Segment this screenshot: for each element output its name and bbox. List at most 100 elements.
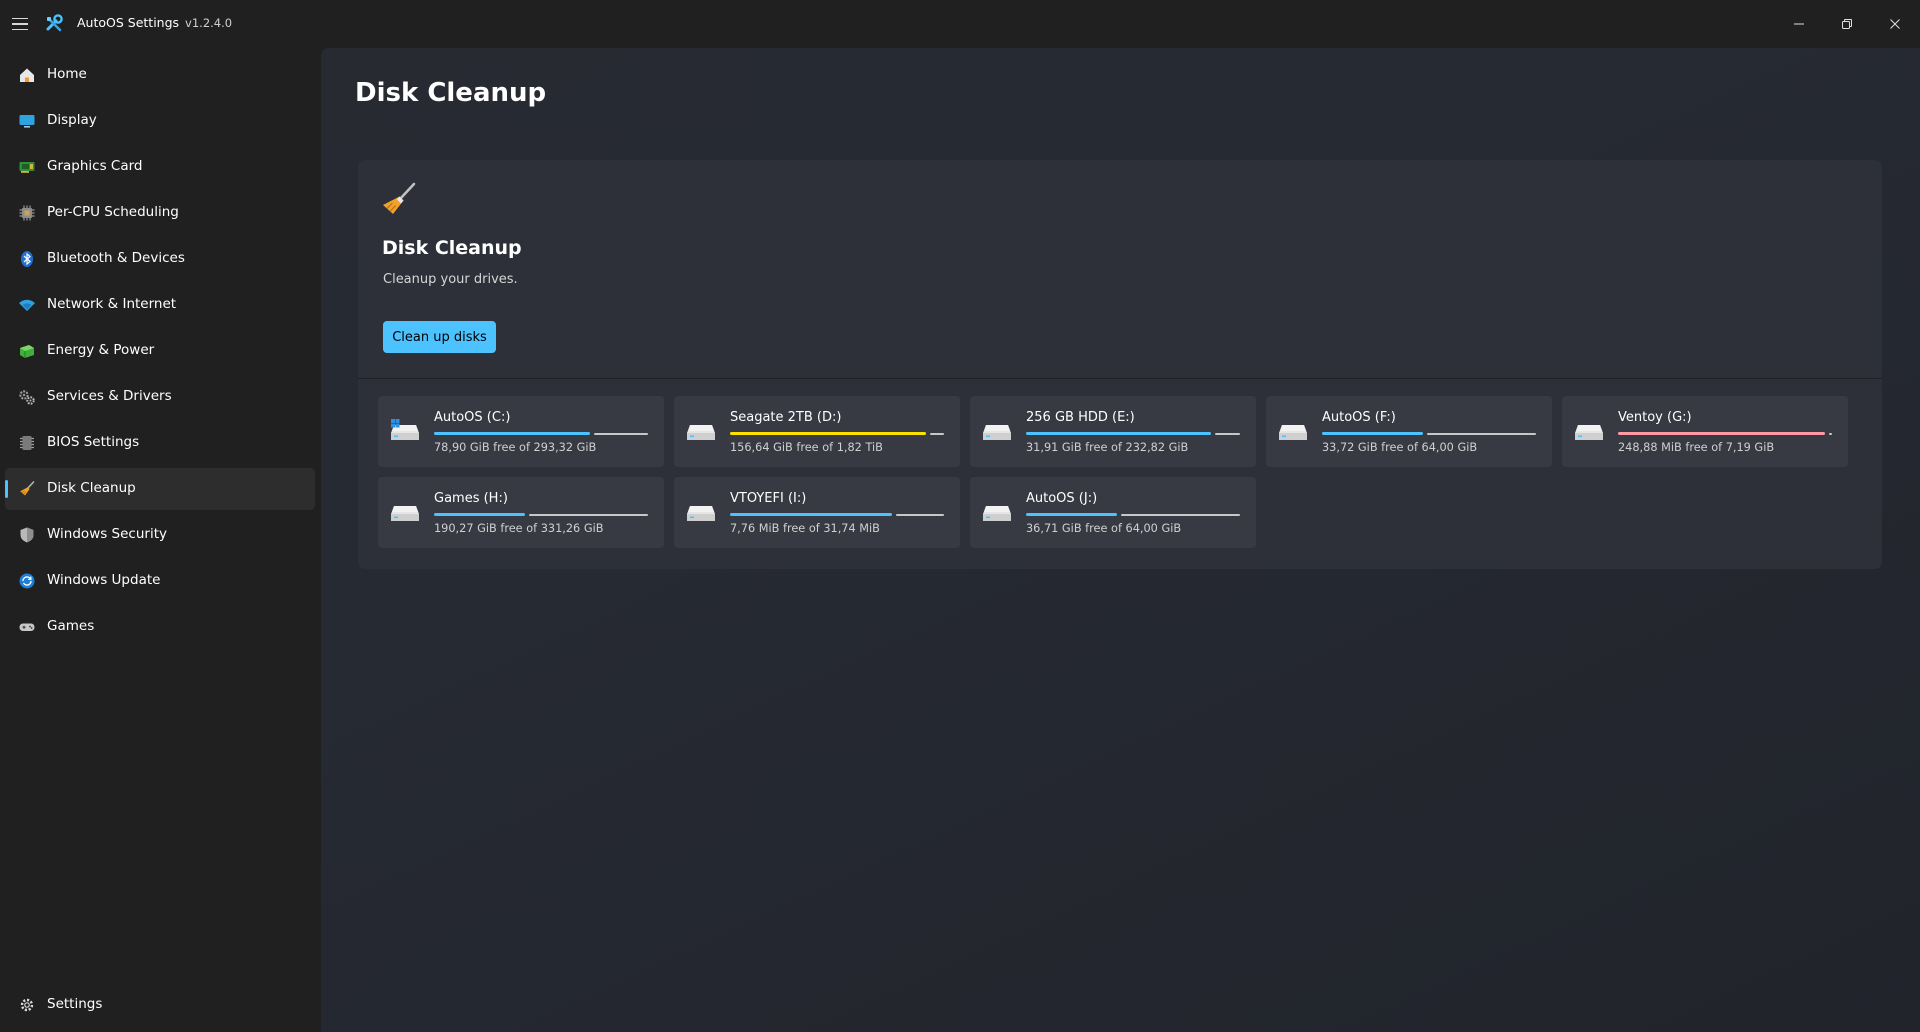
drive-usage-bar (434, 513, 648, 516)
drive-icon (687, 506, 715, 521)
drive-tile[interactable]: VTOYEFI (I:) 7,76 MiB free of 31,74 MiB (674, 477, 960, 548)
card-title: Disk Cleanup (382, 237, 522, 259)
sidebar-item-label: Graphics Card (47, 158, 143, 174)
sidebar-item-home[interactable]: Home (5, 54, 315, 96)
chip-icon (20, 436, 34, 450)
drive-name: VTOYEFI (I:) (730, 491, 807, 506)
drive-tile[interactable]: AutoOS (C:) 78,90 GiB free of 293,32 GiB (378, 396, 664, 467)
gear-icon (20, 998, 34, 1012)
drive-tile[interactable]: AutoOS (J:) 36,71 GiB free of 64,00 GiB (970, 477, 1256, 548)
card-divider (358, 378, 1882, 379)
sidebar: Home Display Graphics Card Per-CPU Sched… (0, 48, 320, 1032)
drive-name: Ventoy (G:) (1618, 410, 1692, 425)
sidebar-item-bluetooth-devices[interactable]: Bluetooth & Devices (5, 238, 315, 280)
drive-free-space: 31,91 GiB free of 232,82 GiB (1026, 441, 1189, 454)
sidebar-item-graphics-card[interactable]: Graphics Card (5, 146, 315, 188)
drive-name: 256 GB HDD (E:) (1026, 410, 1135, 425)
sidebar-item-windows-update[interactable]: Windows Update (5, 560, 315, 602)
restore-icon (1842, 19, 1852, 29)
drive-icon (391, 506, 419, 521)
drive-usage-bar-free (1215, 433, 1240, 435)
drive-tile[interactable]: Games (H:) 190,27 GiB free of 331,26 GiB (378, 477, 664, 548)
drive-usage-bar-used (1322, 432, 1423, 435)
drive-icon (1575, 425, 1603, 440)
drive-usage-bar-used (1026, 513, 1117, 516)
home-icon (20, 68, 34, 82)
broom-icon (383, 182, 416, 214)
system-drive-icon (391, 419, 419, 440)
drive-free-space: 78,90 GiB free of 293,32 GiB (434, 441, 597, 454)
drive-name: Games (H:) (434, 491, 508, 506)
sidebar-item-services-drivers[interactable]: Services & Drivers (5, 376, 315, 418)
sidebar-item-label: Settings (47, 996, 103, 1012)
drive-tile[interactable]: Seagate 2TB (D:) 156,64 GiB free of 1,82 … (674, 396, 960, 467)
sidebar-item-windows-security[interactable]: Windows Security (5, 514, 315, 556)
sidebar-item-label: Disk Cleanup (47, 480, 136, 496)
drive-usage-bar (1618, 432, 1832, 435)
sidebar-item-per-cpu-scheduling[interactable]: Per-CPU Scheduling (5, 192, 315, 234)
drive-name: AutoOS (C:) (434, 410, 511, 425)
drive-tile[interactable]: Ventoy (G:) 248,88 MiB free of 7,19 GiB (1562, 396, 1848, 467)
update-icon (19, 573, 35, 589)
drive-name: Seagate 2TB (D:) (730, 410, 842, 425)
drive-icon (687, 425, 715, 440)
sidebar-item-label: Bluetooth & Devices (47, 250, 185, 266)
app-title: AutoOS Settings v1.2.4.0 (77, 15, 232, 30)
broom-icon (20, 481, 35, 496)
sidebar-item-display[interactable]: Display (5, 100, 315, 142)
minimize-button[interactable] (1776, 0, 1822, 48)
sidebar-item-label: Games (47, 618, 95, 634)
drive-usage-bar-used (434, 513, 525, 516)
card-description: Cleanup your drives. (383, 272, 518, 287)
sidebar-item-label: Display (47, 112, 97, 128)
graphics-card-icon (19, 162, 35, 173)
bluetooth-icon (21, 251, 33, 267)
drive-free-space: 36,71 GiB free of 64,00 GiB (1026, 522, 1182, 535)
wifi-icon (19, 299, 35, 311)
hamburger-menu-icon[interactable] (12, 12, 32, 36)
drive-usage-bar-free (930, 433, 944, 435)
drive-usage-bar (1026, 432, 1240, 435)
app-version: v1.2.4.0 (185, 16, 233, 30)
drive-usage-bar-used (1026, 432, 1211, 435)
drive-usage-bar (434, 432, 648, 435)
drive-usage-bar (1026, 513, 1240, 516)
sidebar-item-games[interactable]: Games (5, 606, 315, 648)
drive-tile[interactable]: AutoOS (F:) 33,72 GiB free of 64,00 GiB (1266, 396, 1552, 467)
sidebar-item-network-internet[interactable]: Network & Internet (5, 284, 315, 326)
drive-tile[interactable]: 256 GB HDD (E:) 31,91 GiB free of 232,82 … (970, 396, 1256, 467)
sidebar-item-label: Energy & Power (47, 342, 155, 358)
sidebar-item-disk-cleanup[interactable]: Disk Cleanup (5, 468, 315, 510)
cpu-icon (19, 205, 35, 221)
title-bar: AutoOS Settings v1.2.4.0 (0, 0, 1920, 48)
drive-name: AutoOS (F:) (1322, 410, 1396, 425)
restore-button[interactable] (1824, 0, 1870, 48)
drive-free-space: 7,76 MiB free of 31,74 MiB (730, 522, 880, 535)
sidebar-item-energy-power[interactable]: Energy & Power (5, 330, 315, 372)
sidebar-item-label: Windows Security (47, 526, 167, 542)
drive-usage-bar-used (730, 432, 926, 435)
gears-icon (19, 390, 35, 405)
shield-icon (20, 527, 34, 543)
drive-usage-bar-free (896, 514, 944, 516)
minimize-icon (1794, 23, 1804, 25)
page-title: Disk Cleanup (355, 78, 547, 108)
drive-usage-bar-free (1121, 514, 1240, 516)
drive-usage-bar (730, 513, 944, 516)
drive-free-space: 248,88 MiB free of 7,19 GiB (1618, 441, 1775, 454)
sidebar-item-label: Network & Internet (47, 296, 177, 312)
sidebar-item-settings[interactable]: Settings (5, 984, 315, 1026)
sidebar-item-label: Windows Update (47, 572, 161, 588)
sidebar-item-label: Services & Drivers (47, 388, 172, 404)
drive-usage-bar-free (594, 433, 648, 435)
close-button[interactable] (1872, 0, 1918, 48)
drive-usage-bar-used (1618, 432, 1825, 435)
drive-free-space: 33,72 GiB free of 64,00 GiB (1322, 441, 1478, 454)
drive-usage-bar-used (434, 432, 590, 435)
drive-usage-bar-used (730, 513, 892, 516)
app-logo-icon (46, 14, 63, 32)
clean-up-disks-button[interactable]: Clean up disks (383, 321, 496, 353)
main-content: Disk Cleanup Disk Cleanup Cleanup your d… (321, 48, 1920, 1032)
sidebar-item-label: Home (47, 66, 87, 82)
sidebar-item-bios-settings[interactable]: BIOS Settings (5, 422, 315, 464)
